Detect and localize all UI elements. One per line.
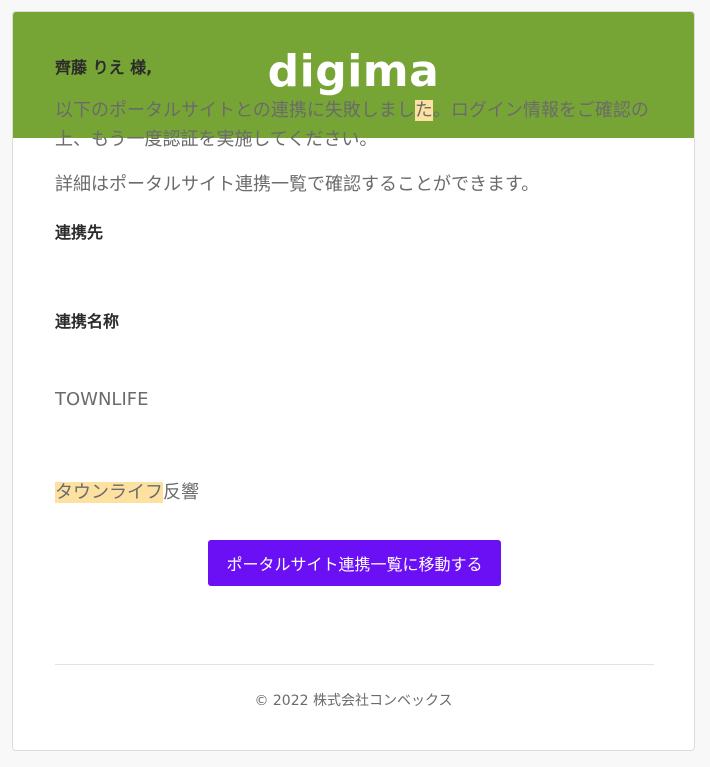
connection-name-rest: 反響 — [163, 482, 199, 503]
email-card: digima 齊藤 りえ 様, 以下のポータルサイトとの連携に失敗しました。ログ… — [12, 11, 695, 751]
failure-message-highlight: た — [414, 100, 433, 121]
portal-list-button[interactable]: ポータルサイト連携一覧に移動する — [208, 540, 501, 586]
connection-name-value: タウンライフ反響 — [55, 478, 199, 504]
greeting: 齊藤 りえ 様, — [55, 58, 153, 77]
digima-logo: digima — [267, 46, 440, 97]
destination-label: 連携先 — [55, 223, 104, 242]
connection-name-label: 連携名称 — [55, 312, 120, 331]
footer-divider — [55, 664, 654, 665]
failure-message: 以下のポータルサイトとの連携に失敗しました。ログイン情報をご確認の上、もう一度認… — [55, 96, 654, 154]
failure-message-part1: 以下のポータルサイトとの連携に失敗しまし — [55, 100, 415, 121]
detail-message: 詳細はポータルサイト連携一覧で確認することができます。 — [55, 174, 540, 195]
destination-value: TOWNLIFE — [55, 389, 149, 410]
connection-name-highlight: タウンライフ — [55, 482, 163, 503]
copyright-footer: © 2022 株式会社コンベックス — [254, 693, 453, 709]
